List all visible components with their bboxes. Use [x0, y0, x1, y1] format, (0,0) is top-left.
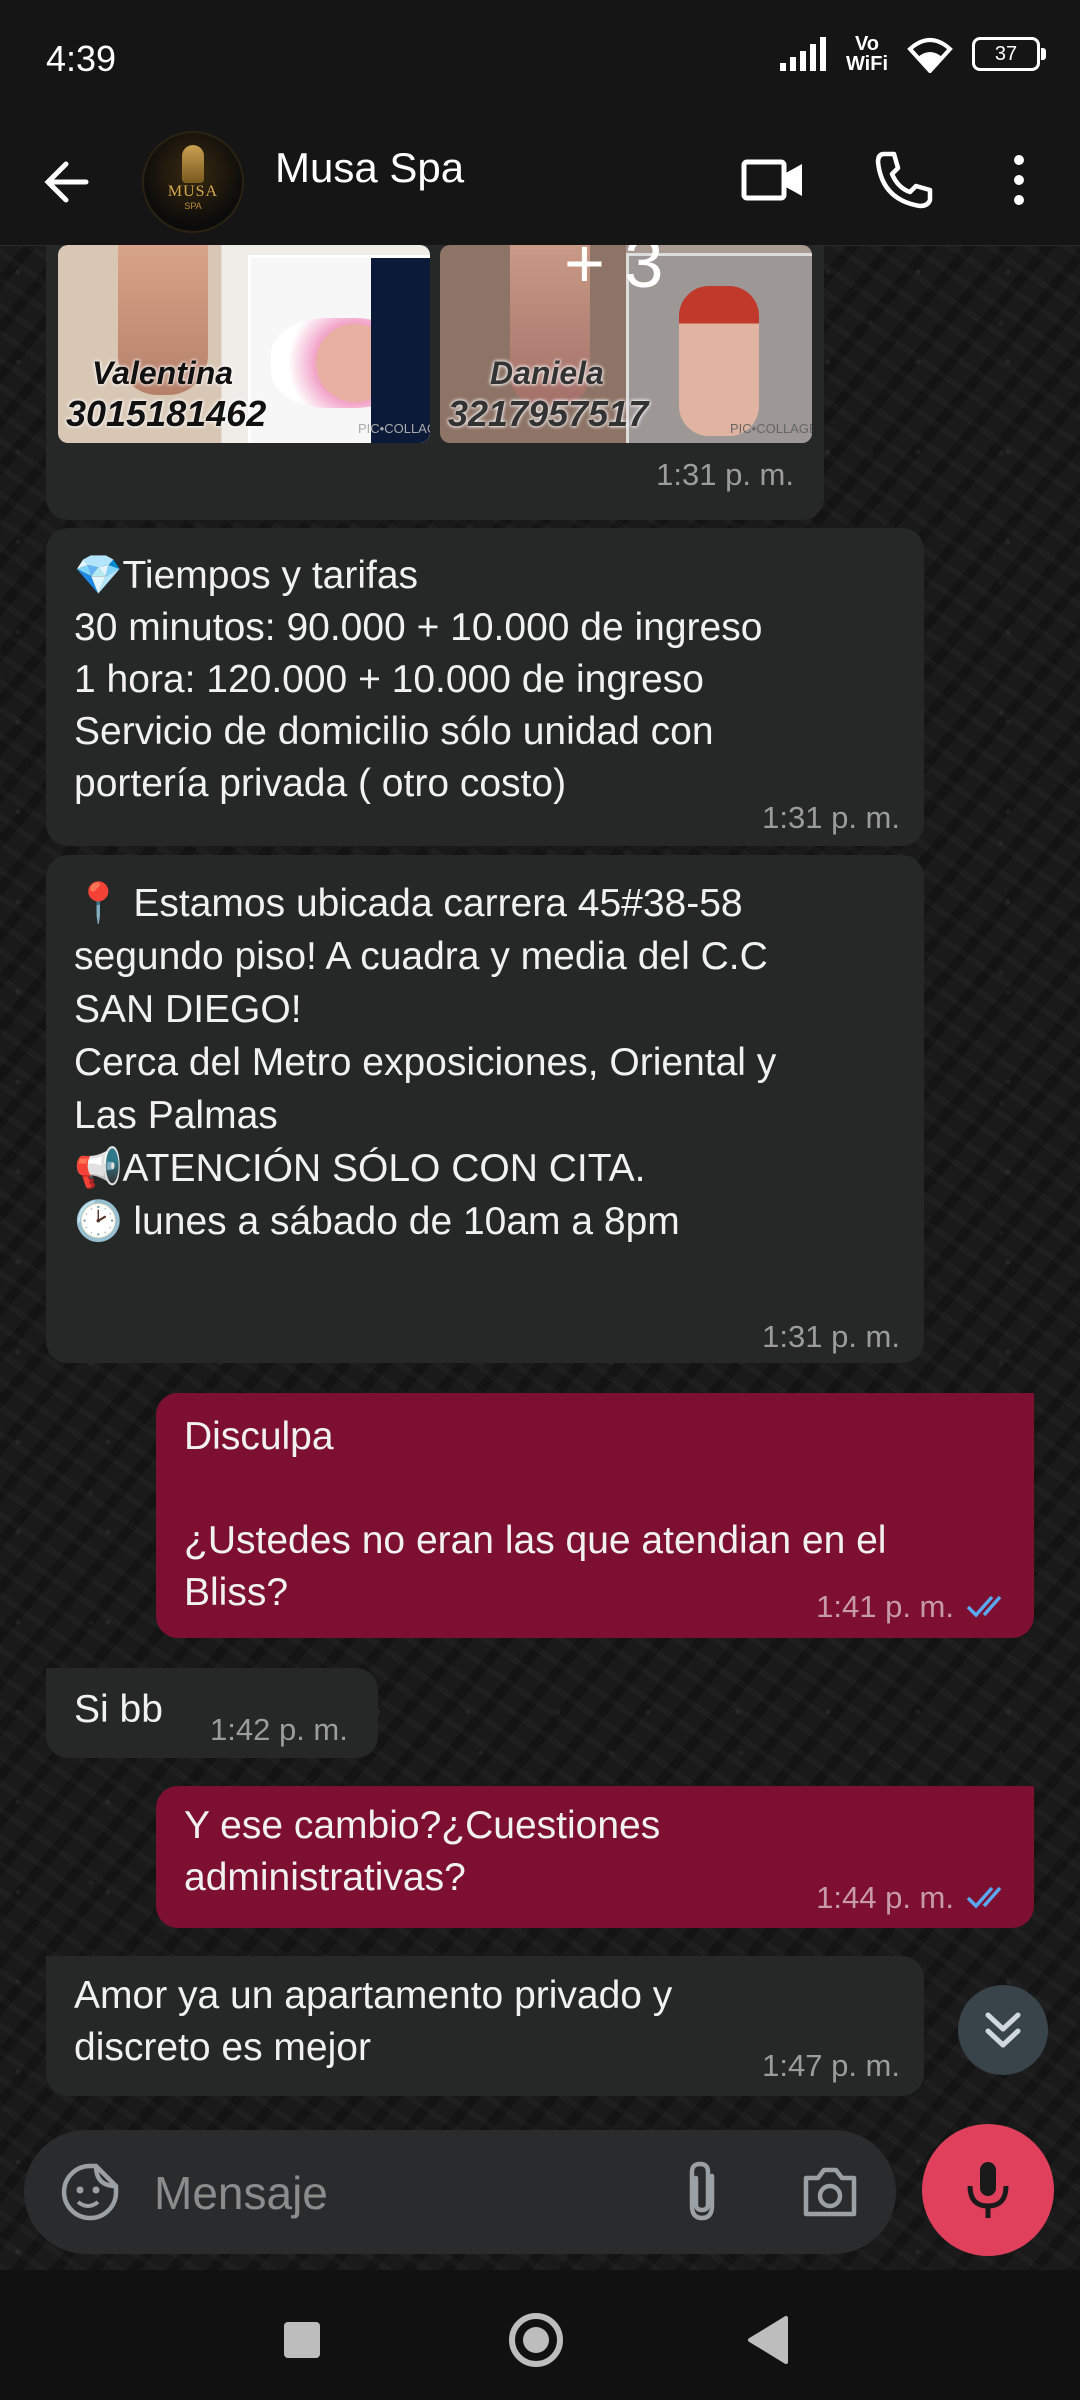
photo-valentina[interactable]: Valentina 3015181462 PIC•COLLAGE — [58, 245, 430, 443]
message-text: Disculpa ¿Ustedes no eran las que atendi… — [184, 1415, 887, 1614]
outgoing-message[interactable]: Y ese cambio?¿Cuestiones administrativas… — [156, 1786, 1034, 1928]
battery-indicator: 37 — [972, 37, 1046, 71]
video-call-button[interactable] — [738, 144, 810, 216]
microphone-icon — [967, 2162, 1009, 2218]
home-circle-icon — [509, 2313, 563, 2367]
message-time: 1:47 p. m. — [762, 2048, 900, 2083]
outgoing-message[interactable]: Disculpa ¿Ustedes no eran las que atendi… — [156, 1393, 1034, 1638]
status-bar: 4:39 Vo WiFi 37 — [0, 0, 1080, 120]
avatar-title: MUSA — [167, 183, 219, 200]
incoming-message[interactable]: Si bb 1:42 p. m. — [46, 1668, 378, 1758]
vowifi-indicator: Vo WiFi — [846, 34, 888, 74]
photo-phone: 3217957517 — [448, 393, 649, 434]
status-time: 4:39 — [46, 38, 117, 79]
incoming-message[interactable]: 📍 Estamos ubicada carrera 45#38-58 segun… — [46, 855, 924, 1363]
avatar[interactable]: MUSA SPA — [142, 131, 244, 233]
message-time: 1:31 p. m. — [656, 457, 794, 492]
more-vertical-icon — [1014, 155, 1024, 205]
overflow-count: + 3 — [564, 245, 664, 302]
double-check-icon — [966, 1886, 1002, 1909]
attach-button[interactable] — [674, 2160, 734, 2224]
square-icon — [284, 2322, 320, 2358]
voice-call-button[interactable] — [868, 144, 940, 216]
system-navigation-bar — [0, 2270, 1080, 2400]
chevrons-down-icon — [985, 2012, 1021, 2048]
avatar-figure — [182, 145, 204, 183]
message-text: Si bb — [74, 1688, 163, 1731]
sticker-emoji-icon — [61, 2163, 119, 2221]
video-camera-icon — [741, 159, 802, 201]
media-message[interactable]: Valentina 3015181462 PIC•COLLAGE + 3 Dan… — [46, 245, 824, 520]
photo-phone: 3015181462 — [66, 393, 267, 434]
chat-title[interactable]: Musa Spa — [275, 144, 464, 192]
photo-daniela[interactable]: + 3 Daniela 3217957517 PIC•COLLAGE — [440, 245, 812, 443]
photo-watermark: PIC•COLLAGE — [730, 421, 812, 436]
message-time: 1:44 p. m. — [816, 1880, 954, 1915]
message-composer — [24, 2130, 896, 2254]
message-text: Amor ya un apartamento privado y discret… — [74, 1974, 673, 2069]
status-icons: Vo WiFi 37 — [778, 34, 1046, 74]
photo-watermark: PIC•COLLAGE — [358, 421, 430, 436]
incoming-message[interactable]: 💎Tiempos y tarifas 30 minutos: 90.000 + … — [46, 528, 924, 846]
message-time: 1:42 p. m. — [210, 1712, 348, 1747]
sticker-button[interactable] — [60, 2162, 120, 2222]
recents-button[interactable] — [262, 2300, 342, 2380]
camera-icon — [803, 2167, 857, 2217]
incoming-message[interactable]: Amor ya un apartamento privado y discret… — [46, 1956, 924, 2096]
arrow-left-icon — [44, 161, 89, 203]
wifi-icon — [907, 38, 953, 73]
double-check-icon — [966, 1595, 1002, 1618]
voice-message-button[interactable] — [922, 2124, 1054, 2256]
message-text: Y ese cambio?¿Cuestiones administrativas… — [184, 1804, 661, 1899]
triangle-back-icon — [748, 2316, 788, 2364]
chat-header: MUSA SPA Musa Spa — [0, 120, 1080, 246]
signal-icon — [779, 37, 826, 71]
photo-inset — [248, 255, 430, 443]
message-time: 1:31 p. m. — [762, 1319, 900, 1354]
scroll-to-bottom-button[interactable] — [958, 1985, 1048, 2075]
more-options-button[interactable] — [994, 144, 1044, 216]
home-button[interactable] — [496, 2300, 576, 2380]
back-nav-button[interactable] — [730, 2300, 810, 2380]
phone-icon — [875, 151, 933, 209]
camera-button[interactable] — [798, 2160, 862, 2224]
paperclip-icon — [689, 2161, 715, 2221]
message-input[interactable] — [152, 2166, 676, 2220]
message-text: 💎Tiempos y tarifas 30 minutos: 90.000 + … — [74, 554, 763, 805]
photo-name: Valentina — [92, 355, 234, 391]
message-time: 1:41 p. m. — [816, 1589, 954, 1624]
back-button[interactable] — [36, 150, 100, 214]
photo-name: Daniela — [490, 355, 604, 391]
avatar-subtitle: SPA — [184, 201, 202, 211]
message-text: 📍 Estamos ubicada carrera 45#38-58 segun… — [74, 882, 777, 1243]
message-time: 1:31 p. m. — [762, 800, 900, 835]
vowifi-wifi: WiFi — [845, 53, 888, 75]
vowifi-vo: Vo — [854, 33, 880, 55]
